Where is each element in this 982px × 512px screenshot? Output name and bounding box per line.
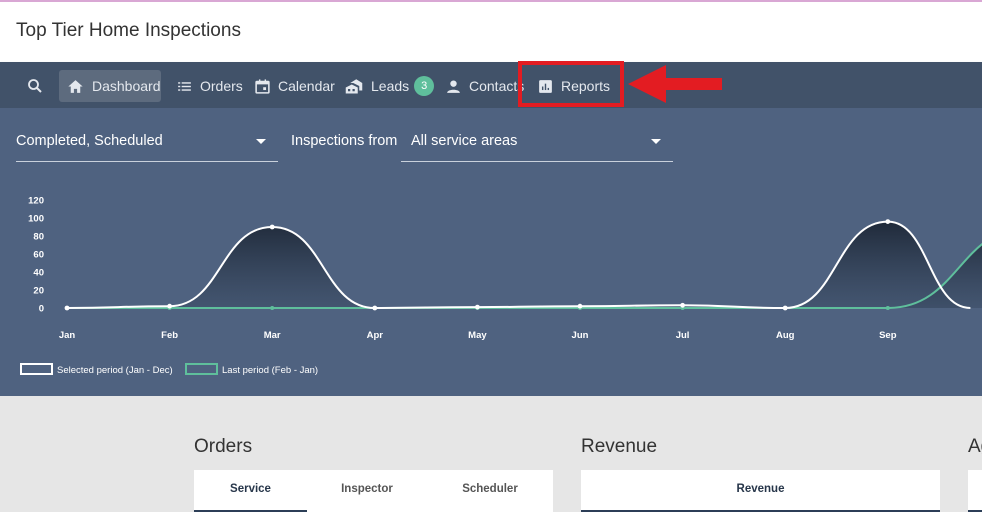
selected-period-point: [167, 303, 173, 309]
x-tick-label: Jul: [676, 330, 690, 341]
status-select-value: Completed, Scheduled: [16, 133, 163, 149]
y-tick-label: 120: [28, 196, 44, 207]
legend-swatch-selected-period: [20, 363, 53, 375]
orders-tab-service[interactable]: Service: [194, 483, 307, 495]
last-period-point: [270, 306, 275, 310]
nav-dashboard[interactable]: Dashboard: [59, 70, 161, 102]
legend-label-last-period: Last period (Feb - Jan): [222, 365, 318, 376]
selected-period-area: [67, 221, 971, 308]
main-navbar: Dashboard Orders Calendar Leads 3 Contac…: [0, 62, 982, 108]
inspections-from-label: Inspections from: [291, 133, 398, 149]
orders-card: Service Inspector Scheduler: [194, 470, 553, 512]
nav-leads-label: Leads: [371, 78, 410, 94]
orders-tab-inspector[interactable]: Inspector: [307, 483, 427, 495]
nav-dashboard-label: Dashboard: [92, 78, 161, 94]
x-tick-label: Jun: [572, 330, 589, 341]
orders-section-title: Orders: [194, 436, 253, 457]
nav-calendar[interactable]: Calendar: [254, 70, 335, 102]
x-tick-label: Apr: [367, 330, 384, 341]
nav-calendar-label: Calendar: [278, 78, 335, 94]
y-tick-label: 0: [39, 304, 44, 315]
revenue-tab-revenue[interactable]: Revenue: [581, 483, 940, 495]
selected-period-point: [680, 302, 685, 308]
selected-period-point: [475, 304, 480, 310]
y-tick-label: 20: [33, 286, 44, 297]
search-icon: [28, 79, 42, 93]
legend-label-selected-period: Selected period (Jan - Dec): [57, 365, 173, 376]
app-title: Top Tier Home Inspections: [16, 20, 241, 41]
home-icon: [66, 77, 85, 96]
agents-card: [968, 470, 982, 512]
leads-icon: [344, 77, 364, 95]
person-icon: [445, 78, 462, 95]
calendar-icon: [254, 78, 271, 95]
y-tick-label: 80: [33, 232, 44, 243]
x-tick-label: Sep: [879, 330, 897, 341]
nav-contacts-label: Contacts: [469, 78, 525, 94]
selected-period-point: [64, 305, 70, 311]
x-tick-label: Mar: [264, 330, 281, 341]
list-icon: [176, 78, 193, 95]
selected-period-point: [372, 305, 378, 311]
y-tick-label: 100: [28, 214, 44, 225]
title-bar: Top Tier Home Inspections: [0, 2, 982, 62]
status-select[interactable]: Completed, Scheduled: [16, 122, 278, 162]
revenue-section-title: Revenue: [581, 436, 658, 457]
nav-contacts[interactable]: Contacts: [445, 70, 524, 102]
selected-period-point: [577, 303, 583, 309]
x-tick-label: Feb: [161, 330, 178, 341]
inspections-line-chart: 120 100 80 60 40 20 0 Jan Feb Mar Apr May Jun Jul Aug S…: [20, 196, 982, 376]
nav-leads[interactable]: Leads 3: [344, 70, 435, 102]
nav-orders-label: Orders: [200, 78, 243, 94]
x-tick-label: Jan: [59, 330, 76, 341]
x-tick-label: Aug: [776, 330, 795, 341]
nav-orders[interactable]: Orders: [176, 70, 243, 102]
last-period-point: [885, 306, 890, 310]
selected-period-point: [269, 224, 275, 230]
nav-search[interactable]: [18, 70, 52, 102]
orders-tab-scheduler[interactable]: Scheduler: [427, 483, 553, 495]
chevron-down-icon: [651, 139, 661, 144]
chevron-down-icon: [256, 139, 266, 144]
revenue-card: Revenue: [581, 470, 940, 512]
red-arrow-annotation: [628, 65, 722, 103]
y-tick-label: 40: [33, 268, 44, 279]
x-tick-label: May: [468, 330, 487, 341]
service-area-select[interactable]: All service areas: [401, 122, 673, 162]
y-tick-label: 60: [33, 250, 44, 261]
agents-section-title: Ag: [968, 436, 982, 457]
service-area-select-value: All service areas: [411, 133, 518, 149]
leads-count-badge: 3: [414, 76, 435, 96]
selected-period-point: [782, 305, 788, 311]
selected-period-point: [885, 219, 891, 224]
legend-swatch-last-period: [185, 363, 218, 375]
reports-highlight-box: [518, 61, 624, 107]
